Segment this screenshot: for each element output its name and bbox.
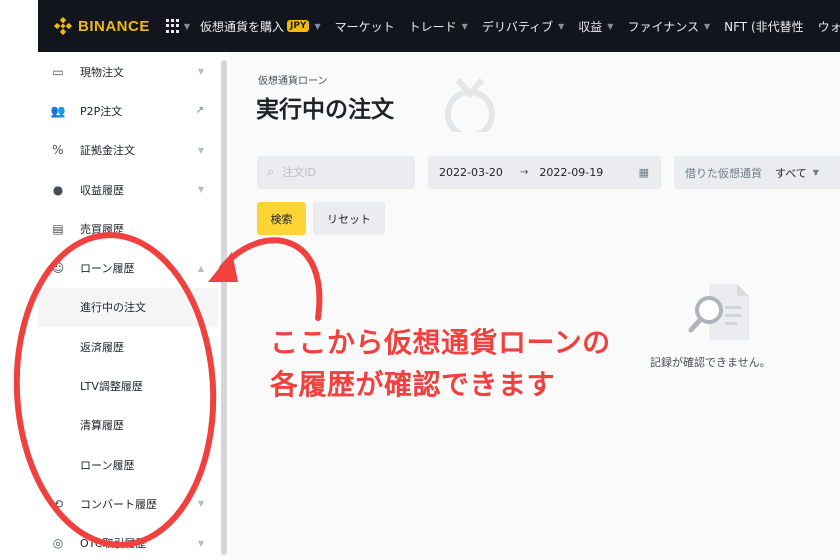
sidebar-item-label: ローン履歴 — [80, 262, 135, 276]
chevron-down-icon: ▼ — [183, 21, 190, 31]
currency-badge: JPY — [287, 20, 310, 32]
document-icon: ▤ — [52, 221, 64, 236]
sidebar-item-label: 清算履歴 — [80, 419, 124, 433]
annotation-text: ここから仮想通貨ローンの 各履歴が確認できます — [270, 322, 611, 406]
chevron-up-icon: ▲ — [197, 263, 204, 273]
sidebar-item-label: 売買履歴 — [80, 222, 124, 236]
savings-icon: ● — [52, 182, 64, 197]
sidebar-item-6[interactable]: 進行中の注文 — [38, 287, 218, 328]
date-range-picker[interactable]: 2022-03-20 → 2022-09-19 ▦ — [428, 156, 661, 189]
empty-state-text: 記録が確認できません。 — [650, 356, 771, 369]
scrollbar-thumb[interactable] — [221, 60, 227, 555]
annotation-line-2: 各履歴が確認できます — [270, 368, 556, 401]
chevron-down-icon: ▼ — [812, 168, 819, 177]
sidebar-item-4[interactable]: ▤ 売買履歴 — [38, 209, 218, 248]
sidebar-item-label: 返済履歴 — [80, 340, 124, 354]
chevron-down-icon: ▼ — [314, 21, 321, 31]
coin-filter-label: 借りた仮想通貨 — [685, 166, 762, 180]
sidebar-item-label: LTV調整履歴 — [80, 380, 143, 394]
page-title: 実行中の注文 — [256, 97, 394, 123]
order-id-search[interactable]: ⌕ — [257, 156, 415, 189]
search-icon: ⌕ — [267, 165, 275, 180]
chevron-down-icon: ▼ — [197, 499, 204, 509]
users-icon: 👥 — [50, 103, 66, 118]
chevron-down-icon: ▼ — [197, 185, 204, 195]
sidebar-item-9[interactable]: 清算履歴 — [38, 406, 218, 445]
reset-button[interactable]: リセット — [313, 202, 385, 235]
sidebar-item-12[interactable]: ◎ OTC取引履歴 ▼ — [38, 524, 218, 560]
start-date: 2022-03-20 — [439, 166, 503, 179]
nav-item-0[interactable]: 仮想通貨を購入 JPY ▼ — [200, 18, 321, 35]
sidebar-item-2[interactable]: % 証拠金注文 ▼ — [38, 131, 218, 170]
nav-item-label: 収益 — [578, 19, 603, 34]
binance-logo[interactable]: BINANCE — [54, 17, 150, 35]
coin-filter-value: すべて — [775, 166, 807, 180]
percent-icon: % — [52, 143, 64, 158]
calendar-icon: ▦ — [638, 166, 649, 179]
nav-item-4[interactable]: 収益 ▼ — [578, 18, 613, 35]
sidebar-item-10[interactable]: ローン履歴 — [38, 445, 218, 484]
nav-item-label: ファイナンス — [627, 19, 699, 34]
nav-item-2[interactable]: トレード ▼ — [409, 18, 468, 35]
nav-item-3[interactable]: デリバティブ ▼ — [482, 18, 564, 35]
annotation-line-1: ここから仮想通貨ローンの — [270, 326, 611, 359]
sidebar-item-7[interactable]: 返済履歴 — [38, 327, 218, 366]
sidebar-item-11[interactable]: ⟲ コンバート履歴 ▼ — [38, 484, 218, 523]
left-margin — [0, 0, 38, 560]
order-id-input[interactable] — [282, 166, 393, 179]
chevron-down-icon: ▼ — [197, 67, 204, 77]
nav-item-7[interactable]: ウォレ — [818, 18, 840, 35]
binance-logo-icon — [54, 17, 72, 35]
search-button[interactable]: 検索 — [257, 202, 306, 235]
top-navigation-bar: BINANCE ▼ 仮想通貨を購入 JPY ▼ マーケット トレード ▼ デリバティブ ▼ 収益… — [38, 0, 840, 52]
otc-icon: ◎ — [52, 536, 64, 551]
nav-item-label: デリバティブ — [481, 19, 554, 34]
nav-item-label: NFT (非代替性 — [724, 19, 804, 34]
chevron-down-icon: ▼ — [558, 21, 565, 31]
app-grid-icon[interactable] — [165, 19, 179, 33]
end-date: 2022-09-19 — [539, 166, 604, 179]
nav-item-label: 仮想通貨を購入 — [200, 19, 285, 34]
wallet-icon: ▭ — [52, 64, 64, 79]
nav-item-5[interactable]: ファイナンス ▼ — [627, 18, 710, 35]
breadcrumb[interactable]: 仮想通貨ローン — [258, 72, 328, 87]
sidebar-item-3[interactable]: ● 収益履歴 ▼ — [38, 170, 218, 209]
arrow-right-icon: → — [519, 167, 529, 178]
sidebar-item-0[interactable]: ▭ 現物注文 ▼ — [38, 52, 218, 91]
nav-menu: 仮想通貨を購入 JPY ▼ マーケット トレード ▼ デリバティブ ▼ 収益 ▼ ファイナンス ▼ NF… — [200, 18, 840, 35]
sidebar-item-5[interactable]: ☺ ローン履歴 ▲ — [38, 248, 218, 287]
loan-icon: ☺ — [51, 261, 65, 276]
external-link-icon: ↗ — [195, 105, 204, 117]
nav-item-label: ウォレ — [817, 19, 840, 34]
chevron-down-icon: ▼ — [703, 21, 711, 31]
convert-icon: ⟲ — [52, 496, 64, 511]
main-content: 仮想通貨ローン 実行中の注文 ⌕ 2022-03-20 → 2022-09-19… — [230, 52, 840, 560]
sidebar: ▭ 現物注文 ▼ 👥 P2P注文 ↗% 証拠金注文 ▼ ● 収益履歴 ▼ ▤ 売買履歴 ☺ ローン履歴 ▲ 進行… — [38, 52, 218, 560]
sidebar-item-label: ローン履歴 — [80, 458, 135, 472]
nav-item-label: トレード — [408, 19, 457, 34]
sidebar-item-1[interactable]: 👥 P2P注文 ↗ — [38, 91, 218, 130]
sidebar-item-label: コンバート履歴 — [80, 497, 157, 511]
sidebar-item-label: OTC取引履歴 — [80, 537, 147, 551]
borrowed-coin-filter[interactable]: 借りた仮想通貨 すべて ▼ — [674, 156, 840, 189]
logo-text: BINANCE — [78, 17, 150, 35]
chevron-down-icon: ▼ — [607, 21, 614, 31]
nav-item-6[interactable]: NFT (非代替性 — [724, 18, 804, 35]
nav-item-label: マーケット — [334, 19, 395, 34]
sidebar-item-label: 収益履歴 — [80, 183, 124, 197]
no-records-icon — [688, 284, 749, 340]
sidebar-item-label: 証拠金注文 — [80, 144, 135, 158]
nav-item-1[interactable]: マーケット — [335, 18, 395, 35]
sidebar-item-label: 進行中の注文 — [80, 301, 146, 315]
chevron-down-icon: ▼ — [461, 21, 468, 31]
sidebar-item-8[interactable]: LTV調整履歴 — [38, 366, 218, 405]
chevron-down-icon: ▼ — [197, 538, 204, 548]
sidebar-item-label: P2P注文 — [80, 104, 123, 118]
sidebar-item-label: 現物注文 — [80, 65, 124, 79]
chevron-down-icon: ▼ — [197, 145, 204, 155]
